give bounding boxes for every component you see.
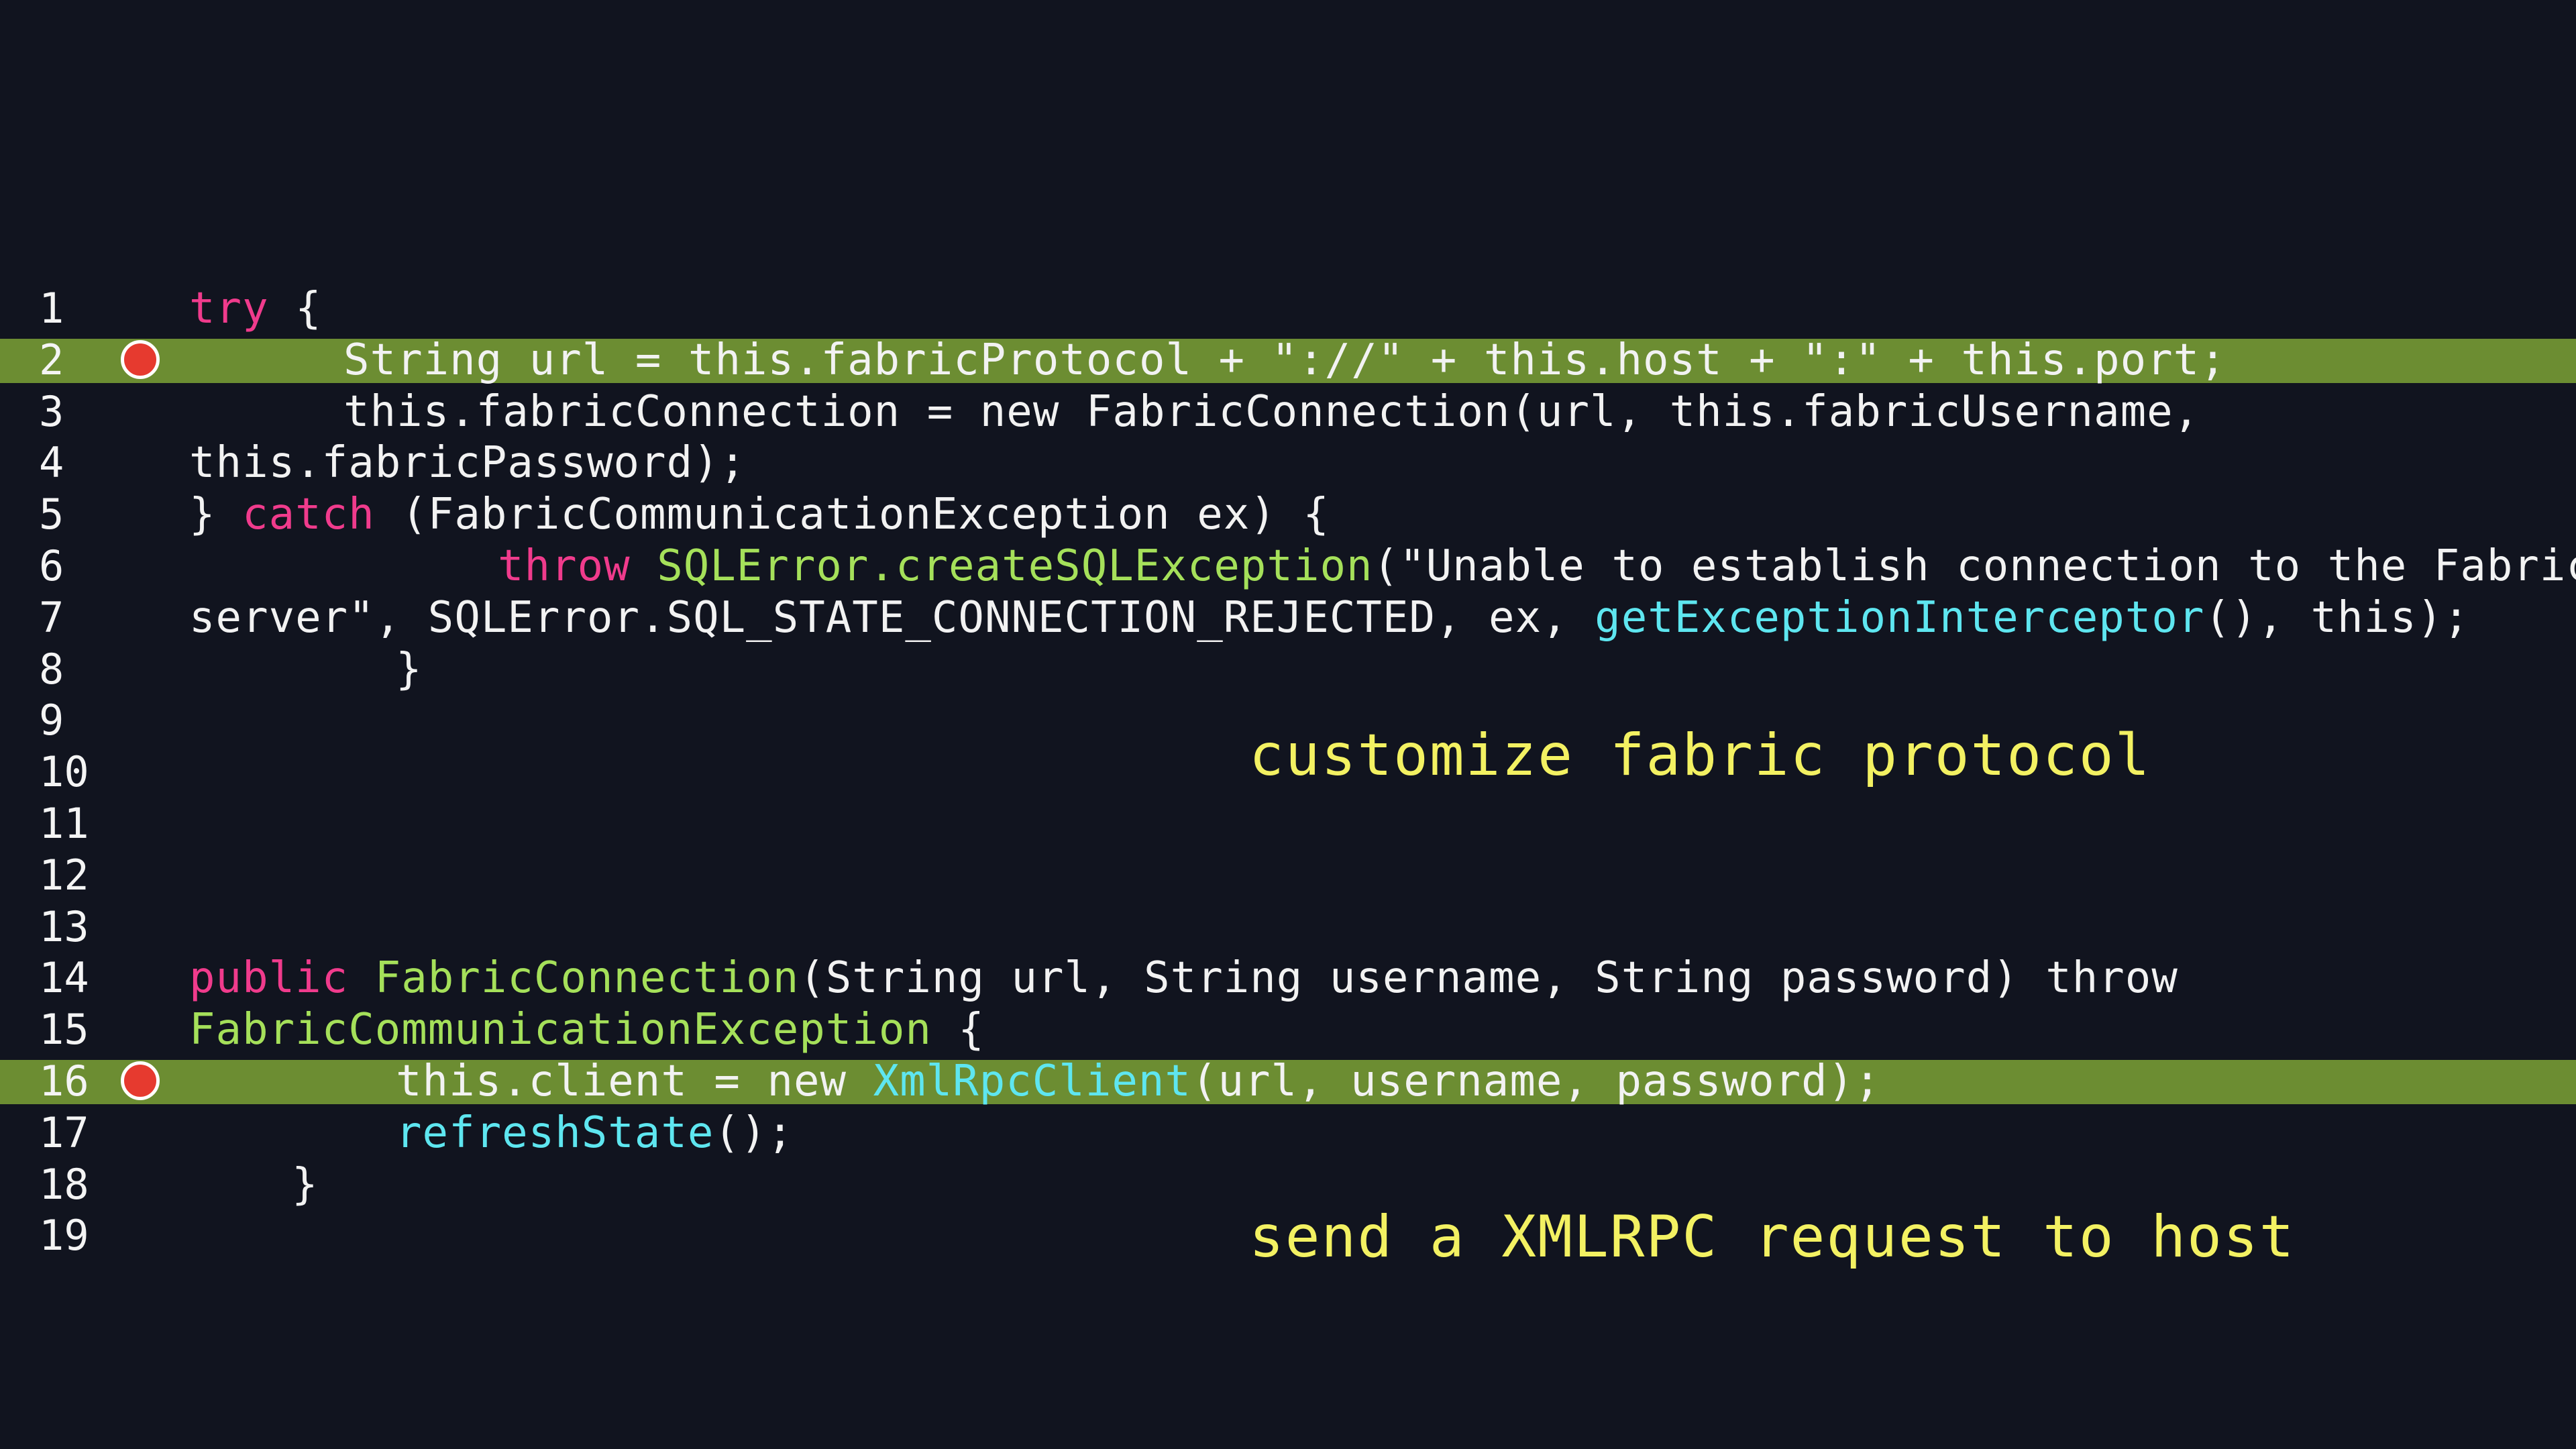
line-number[interactable]: 12 xyxy=(39,853,89,897)
code-token: public xyxy=(189,953,349,1004)
code-text: FabricCommunicationException { xyxy=(189,1008,985,1051)
code-token: SQLError.createSQLException xyxy=(657,541,1373,591)
code-text: } xyxy=(292,1163,319,1206)
line-number[interactable]: 3 xyxy=(39,390,64,433)
line-number[interactable]: 4 xyxy=(39,441,64,484)
code-token: (FabricCommunicationException ex) { xyxy=(374,490,1330,540)
code-token: String url = this.fabricProtocol + "://"… xyxy=(343,335,2226,385)
code-token: { xyxy=(268,284,322,333)
line-number[interactable]: 13 xyxy=(39,905,89,949)
code-text: this.client = new XmlRpcClient(url, user… xyxy=(396,1060,1881,1103)
annotation-send-xmlrpc-request: send a XMLRPC request to host xyxy=(1249,1203,2296,1271)
code-line: 3 this.fabricConnection = new FabricConne… xyxy=(0,390,2576,433)
code-token: try xyxy=(189,284,269,333)
code-line: 14 public FabricConnection(String url, St… xyxy=(0,957,2576,1000)
code-line: 12 xyxy=(0,853,2576,897)
line-number[interactable]: 10 xyxy=(39,751,89,794)
code-token: catch xyxy=(242,490,375,540)
line-number[interactable]: 11 xyxy=(39,802,89,845)
code-line: 15 FabricCommunicationException { xyxy=(0,1008,2576,1052)
code-text: public FabricConnection(String url, Stri… xyxy=(189,957,2178,1000)
code-text: throw SQLError.createSQLException("Unabl… xyxy=(498,545,2576,588)
code-line: 4 this.fabricPassword); xyxy=(0,441,2576,485)
code-line: 11 xyxy=(0,802,2576,845)
code-token: (); xyxy=(714,1108,794,1158)
code-token: (), this); xyxy=(2204,592,2470,643)
code-line: 13 xyxy=(0,905,2576,949)
code-token: getExceptionInterceptor xyxy=(1595,592,2205,643)
code-token: this.fabricConnection = new FabricConnec… xyxy=(343,386,2200,437)
line-number[interactable]: 19 xyxy=(39,1214,89,1257)
code-token: this.fabricPassword); xyxy=(189,438,747,488)
code-token: } xyxy=(396,644,423,694)
code-token: ("Unable to establish connection to the … xyxy=(1373,541,2576,591)
code-token: XmlRpcClient xyxy=(873,1057,1191,1106)
line-number[interactable]: 8 xyxy=(39,647,64,691)
code-token: server", SQLError.SQL_STATE_CONNECTION_R… xyxy=(189,592,1595,643)
line-number[interactable]: 15 xyxy=(39,1008,89,1051)
code-token: (String url, String username, String pas… xyxy=(799,953,2178,1004)
line-number[interactable]: 2 xyxy=(39,338,64,382)
line-number[interactable]: 18 xyxy=(39,1163,89,1206)
code-line: 7 server", SQLError.SQL_STATE_CONNECTION_… xyxy=(0,596,2576,639)
code-line: 6 throw SQLError.createSQLException("Unab… xyxy=(0,545,2576,588)
code-line: 1 try { xyxy=(0,287,2576,331)
code-text: String url = this.fabricProtocol + "://"… xyxy=(343,339,2226,382)
annotation-customize-fabric-protocol: customize fabric protocol xyxy=(1249,722,2151,789)
code-text: this.fabricConnection = new FabricConnec… xyxy=(343,390,2200,433)
line-number[interactable]: 1 xyxy=(39,287,64,330)
code-line: 8} xyxy=(0,647,2576,691)
breakpoint-icon[interactable] xyxy=(121,339,160,379)
code-token: } xyxy=(189,490,243,540)
code-line: 2 String url = this.fabricProtocol + "://… xyxy=(0,338,2576,383)
code-token: FabricCommunicationException xyxy=(189,1005,932,1055)
line-number[interactable]: 5 xyxy=(39,493,64,536)
code-text: refreshState(); xyxy=(396,1112,794,1155)
code-line: 17 refreshState(); xyxy=(0,1111,2576,1155)
code-line: 5} catch (FabricCommunicationException e… xyxy=(0,493,2576,537)
code-token: { xyxy=(931,1005,985,1055)
code-line: 18} xyxy=(0,1163,2576,1206)
line-number[interactable]: 16 xyxy=(39,1060,89,1103)
code-text: } xyxy=(396,648,423,691)
code-line: 16 this.client = new XmlRpcClient(url, us… xyxy=(0,1060,2576,1104)
code-text: try { xyxy=(189,287,322,330)
code-token: } xyxy=(292,1159,319,1210)
breakpoint-icon[interactable] xyxy=(121,1061,160,1100)
line-number[interactable]: 9 xyxy=(39,699,64,742)
line-number[interactable]: 7 xyxy=(39,596,64,639)
code-token: refreshState xyxy=(396,1108,714,1158)
code-editor: 1 try {2 String url = this.fabricProtocol … xyxy=(0,0,2576,1449)
code-token: this.client = new xyxy=(396,1057,873,1106)
code-text: } catch (FabricCommunicationException ex… xyxy=(189,493,1330,536)
line-number[interactable]: 6 xyxy=(39,545,64,588)
code-token: (url, username, password); xyxy=(1191,1057,1881,1106)
line-number[interactable]: 14 xyxy=(39,957,89,1000)
code-token: throw xyxy=(498,541,631,591)
code-text: this.fabricPassword); xyxy=(189,441,746,484)
code-token: FabricConnection xyxy=(374,953,800,1004)
line-number[interactable]: 17 xyxy=(39,1111,89,1155)
code-text: server", SQLError.SQL_STATE_CONNECTION_R… xyxy=(189,596,2470,639)
